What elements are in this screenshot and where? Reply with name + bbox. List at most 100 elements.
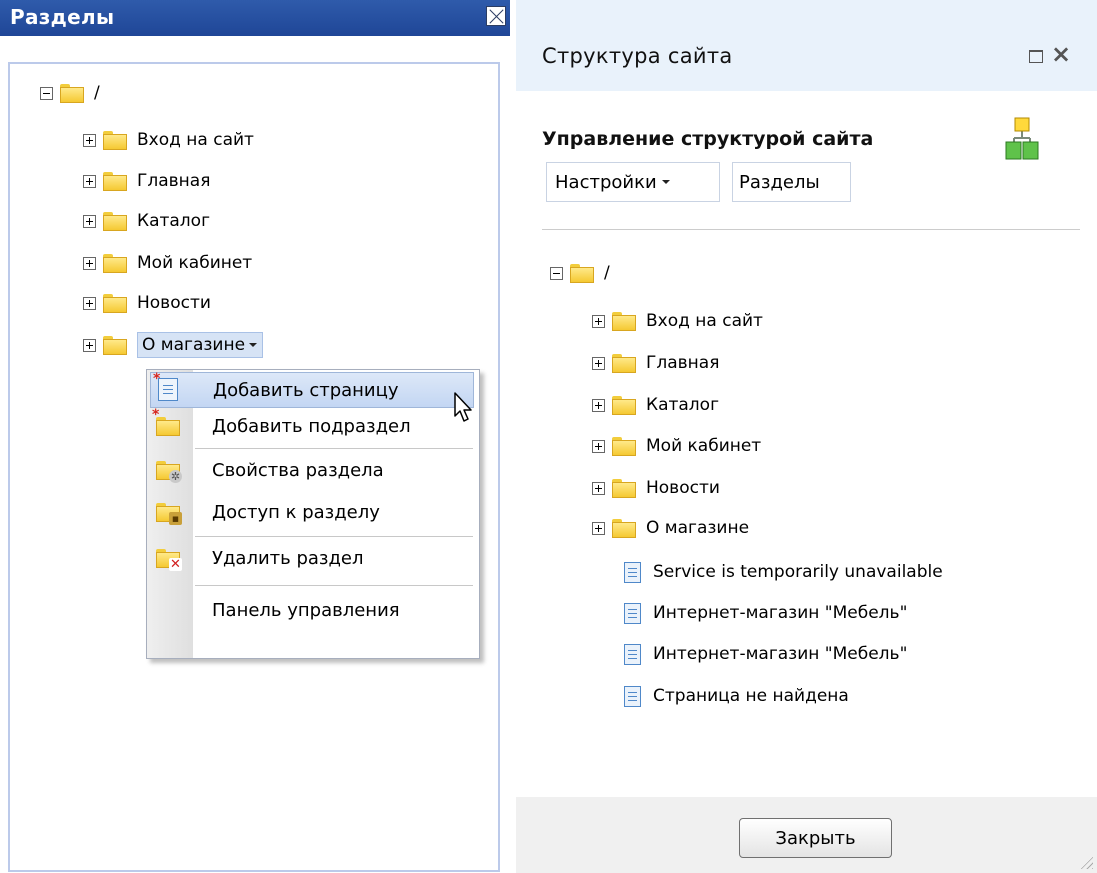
tree-node-label: Главная — [137, 171, 211, 191]
dialog-heading: Управление структурой сайта — [542, 128, 874, 150]
expand-icon[interactable] — [83, 296, 96, 310]
folder-icon — [612, 395, 636, 415]
menu-item-label: Добавить страницу — [213, 379, 399, 401]
menu-item-add-subsection[interactable]: * Добавить подраздел — [150, 408, 474, 444]
tree-node[interactable]: Новости — [83, 290, 211, 316]
folder-delete-icon: ✕ — [150, 540, 192, 576]
tree-node[interactable]: Главная — [83, 168, 210, 194]
menu-item-add-page[interactable]: * Добавить страницу — [150, 372, 474, 408]
expand-icon[interactable] — [592, 439, 605, 453]
tree-page-label: Интернет-магазин "Мебель" — [653, 603, 908, 623]
tree-node[interactable]: Вход на сайт — [592, 308, 763, 334]
add-folder-icon: * — [150, 408, 192, 444]
close-button[interactable]: Закрыть — [739, 818, 892, 858]
expand-icon[interactable] — [592, 481, 605, 495]
dialog-header: Структура сайта × — [516, 0, 1097, 91]
expand-icon[interactable] — [592, 314, 605, 328]
tree-page-label: Service is temporarily unavailable — [653, 562, 943, 582]
expand-icon[interactable] — [592, 521, 605, 535]
tree-node-root[interactable]: / — [40, 80, 100, 106]
tree-node[interactable]: Каталог — [83, 208, 210, 234]
menu-item-label: Панель управления — [212, 599, 400, 621]
collapse-icon[interactable] — [550, 266, 563, 280]
menu-item-section-access[interactable]: ▪ Доступ к разделу — [150, 494, 474, 530]
mouse-cursor-icon — [454, 392, 472, 422]
menu-separator — [195, 585, 473, 586]
menu-item-label: Удалить раздел — [212, 547, 364, 569]
sections-panel-title: Разделы — [10, 5, 115, 29]
tree-node[interactable]: Мой кабинет — [83, 250, 252, 276]
menu-separator — [195, 536, 473, 537]
sections-panel-header: Разделы — [0, 0, 510, 36]
context-menu: * Добавить страницу * Добавить подраздел… — [146, 369, 480, 659]
page-icon — [624, 685, 641, 707]
tree-node-label: / — [604, 263, 610, 283]
folder-icon — [60, 83, 84, 103]
settings-button-label: Настройки — [555, 171, 657, 193]
sections-panel: Разделы / Вход на сайт Главная Каталог М… — [0, 0, 510, 873]
tree-node-label: / — [94, 83, 100, 103]
expand-icon[interactable] — [83, 256, 96, 270]
tree-node-selected[interactable]: О магазине — [83, 332, 264, 358]
page-icon — [624, 643, 641, 665]
menu-item-delete-section[interactable]: ✕ Удалить раздел — [150, 540, 474, 576]
expand-icon[interactable] — [83, 174, 96, 188]
menu-separator — [195, 448, 473, 449]
menu-item-label: Свойства раздела — [212, 459, 384, 481]
tree-node-label: Мой кабинет — [137, 253, 253, 273]
tree-node[interactable]: Мой кабинет — [592, 433, 761, 459]
folder-icon — [612, 436, 636, 456]
folder-icon — [103, 293, 127, 313]
tree-page[interactable]: Service is temporarily unavailable — [624, 559, 943, 585]
folder-settings-icon: ✲ — [150, 452, 192, 488]
tree-node[interactable]: Главная — [592, 350, 719, 376]
settings-dropdown-button[interactable]: Настройки — [546, 162, 720, 202]
folder-icon — [612, 518, 636, 538]
tree-page[interactable]: Интернет-магазин "Мебель" — [624, 641, 907, 667]
tree-node[interactable]: О магазине — [592, 515, 749, 541]
divider — [542, 229, 1080, 230]
folder-icon — [612, 311, 636, 331]
expand-icon[interactable] — [592, 356, 605, 370]
folder-icon — [103, 335, 127, 355]
menu-item-label: Доступ к разделу — [212, 501, 380, 523]
folder-icon — [612, 478, 636, 498]
tree-page-label: Страница не найдена — [653, 686, 849, 706]
tree-node[interactable]: Новости — [592, 475, 720, 501]
page-icon — [624, 561, 641, 583]
tree-node-label: Новости — [137, 293, 211, 313]
menu-item-section-properties[interactable]: ✲ Свойства раздела — [150, 452, 474, 488]
tree-node-label: Вход на сайт — [137, 130, 254, 150]
chevron-down-icon — [249, 343, 258, 347]
tree-node-label: О магазине — [646, 518, 750, 538]
folder-icon — [103, 171, 127, 191]
expand-icon[interactable] — [592, 398, 605, 412]
site-structure-icon — [1005, 117, 1039, 160]
close-icon[interactable] — [486, 6, 506, 26]
expand-icon[interactable] — [83, 338, 96, 352]
folder-icon — [612, 353, 636, 373]
tree-node-dropdown[interactable]: О магазине — [137, 332, 264, 358]
add-page-icon: * — [151, 372, 193, 408]
tree-node-label: Вход на сайт — [646, 311, 763, 331]
tree-node-root[interactable]: / — [550, 260, 610, 286]
folder-icon — [103, 130, 127, 150]
menu-item-label: Добавить подраздел — [212, 415, 411, 437]
menu-item-control-panel[interactable]: Панель управления — [150, 592, 474, 628]
tree-node-label: О магазине — [142, 335, 246, 355]
tree-node-label: Мой кабинет — [646, 436, 762, 456]
maximize-icon[interactable] — [1029, 50, 1043, 63]
tree-page[interactable]: Страница не найдена — [624, 683, 849, 709]
close-icon[interactable]: × — [1051, 42, 1071, 66]
sections-button[interactable]: Разделы — [732, 162, 851, 202]
folder-icon — [103, 253, 127, 273]
folder-lock-icon: ▪ — [150, 494, 192, 530]
tree-page[interactable]: Интернет-магазин "Мебель" — [624, 600, 907, 626]
collapse-icon[interactable] — [40, 86, 53, 100]
expand-icon[interactable] — [83, 133, 96, 147]
tree-node[interactable]: Каталог — [592, 392, 719, 418]
tree-page-label: Интернет-магазин "Мебель" — [653, 644, 908, 664]
expand-icon[interactable] — [83, 214, 96, 228]
tree-node-label: Каталог — [137, 211, 211, 231]
tree-node[interactable]: Вход на сайт — [83, 127, 254, 153]
